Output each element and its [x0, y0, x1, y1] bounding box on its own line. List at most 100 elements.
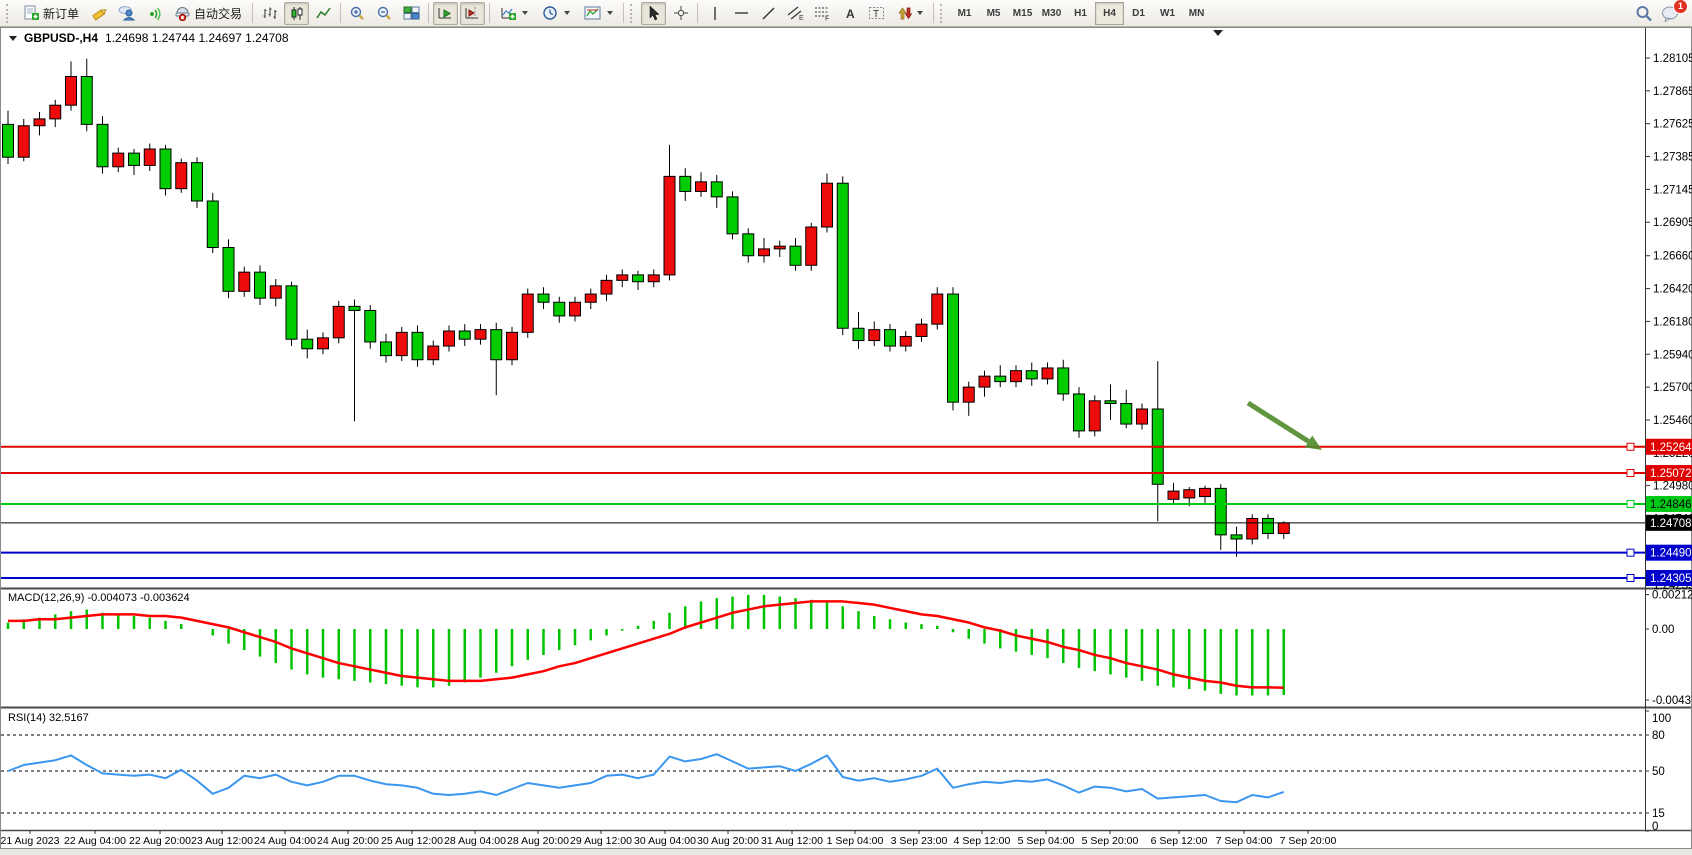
svg-text:24 Aug 04:00: 24 Aug 04:00: [254, 835, 316, 847]
candlestick-icon: [289, 6, 305, 21]
toolbar-grip[interactable]: [630, 4, 637, 23]
svg-text:5 Sep 04:00: 5 Sep 04:00: [1018, 835, 1075, 847]
rsi-indicator-label: RSI(14) 32.5167: [8, 712, 89, 724]
chart-shift-button[interactable]: [460, 2, 485, 25]
toolbar-grip[interactable]: [940, 4, 947, 23]
trendline-icon: [761, 6, 776, 21]
svg-text:50: 50: [1652, 766, 1665, 778]
bar-chart-button[interactable]: [257, 2, 282, 25]
svg-text:3 Sep 23:00: 3 Sep 23:00: [891, 835, 948, 847]
toolbar-grip[interactable]: [6, 4, 13, 23]
community-button[interactable]: [114, 2, 139, 25]
svg-text:22 Aug 04:00: 22 Aug 04:00: [64, 835, 126, 847]
svg-text:7 Sep 04:00: 7 Sep 04:00: [1216, 835, 1273, 847]
timeframe-d1-button[interactable]: D1: [1124, 2, 1153, 25]
autotrading-button[interactable]: 自动交易: [168, 2, 248, 25]
bar-chart-icon: [262, 6, 278, 21]
svg-text:1.24305: 1.24305: [1650, 573, 1692, 585]
templates-button[interactable]: [578, 2, 619, 25]
line-chart-button[interactable]: [311, 2, 336, 25]
toolbar-separator: [252, 3, 253, 23]
timeframe-h4-button[interactable]: H4: [1095, 2, 1124, 25]
svg-text:-0.004378: -0.004378: [1652, 695, 1692, 707]
svg-text:1.27145: 1.27145: [1653, 184, 1692, 196]
svg-text:31 Aug 12:00: 31 Aug 12:00: [761, 835, 823, 847]
timeframe-m1-button[interactable]: M1: [950, 2, 979, 25]
profile-cloud-icon: [118, 5, 136, 21]
autotrading-icon: [174, 5, 191, 21]
svg-text:0.00: 0.00: [1652, 624, 1674, 636]
svg-text:30 Aug 20:00: 30 Aug 20:00: [697, 835, 759, 847]
new-order-button[interactable]: 新订单: [17, 2, 85, 25]
toolbar-separator: [697, 3, 698, 23]
charts-button[interactable]: [87, 2, 112, 25]
zoom-out-icon: [376, 5, 393, 21]
equidistant-channel-tool-button[interactable]: E: [783, 2, 808, 25]
auto-scroll-button[interactable]: [433, 2, 458, 25]
svg-text:24 Aug 20:00: 24 Aug 20:00: [317, 835, 379, 847]
zoom-in-icon: [349, 5, 366, 21]
timeframe-m15-button[interactable]: M15: [1008, 2, 1037, 25]
timeframe-mn-button[interactable]: MN: [1182, 2, 1211, 25]
svg-text:1.26420: 1.26420: [1653, 284, 1692, 296]
svg-text:1.24708: 1.24708: [1650, 518, 1692, 530]
candlestick-chart-button[interactable]: [284, 2, 309, 25]
chevron-down-icon: [564, 11, 570, 15]
notifications-button[interactable]: 1: [1658, 2, 1683, 25]
chart-symbol-period: GBPUSD-,H4: [24, 31, 98, 45]
svg-text:28 Aug 20:00: 28 Aug 20:00: [507, 835, 569, 847]
svg-text:1.25940: 1.25940: [1653, 349, 1692, 361]
search-button[interactable]: [1631, 2, 1656, 25]
text-tool-button[interactable]: A: [837, 2, 862, 25]
main-toolbar: 新订单 自动交易: [0, 0, 1692, 27]
svg-text:0: 0: [1652, 821, 1658, 833]
svg-text:4 Sep 12:00: 4 Sep 12:00: [954, 835, 1011, 847]
chart-menu-icon[interactable]: [9, 36, 17, 41]
arrows-tool-button[interactable]: [891, 2, 929, 25]
svg-text:23 Aug 12:00: 23 Aug 12:00: [191, 835, 253, 847]
text-icon: A: [843, 6, 857, 21]
chart-frame: [0, 28, 1692, 855]
crosshair-button[interactable]: [668, 2, 693, 25]
channel-icon: E: [787, 5, 804, 21]
tile-windows-icon: [403, 5, 420, 21]
svg-text:0.002123: 0.002123: [1652, 590, 1692, 602]
trendline-tool-button[interactable]: [756, 2, 781, 25]
chart-canvas[interactable]: 1.281051.278651.276251.273851.271451.269…: [0, 0, 1692, 855]
svg-text:1.27865: 1.27865: [1653, 86, 1692, 98]
svg-text:A: A: [846, 7, 855, 21]
fibonacci-icon: F: [814, 5, 831, 21]
zoom-in-button[interactable]: [345, 2, 370, 25]
toolbar-separator: [489, 3, 490, 23]
zoom-out-button[interactable]: [372, 2, 397, 25]
periods-button[interactable]: [536, 2, 576, 25]
chart-shift-icon: [464, 5, 481, 21]
timeframe-h1-button[interactable]: H1: [1066, 2, 1095, 25]
auto-scroll-icon: [437, 5, 454, 21]
fibonacci-tool-button[interactable]: F: [810, 2, 835, 25]
svg-text:1.24980: 1.24980: [1653, 481, 1692, 493]
svg-text:29 Aug 12:00: 29 Aug 12:00: [570, 835, 632, 847]
svg-text:1.25072: 1.25072: [1650, 468, 1692, 480]
timeframe-w1-button[interactable]: W1: [1153, 2, 1182, 25]
svg-text:1.26660: 1.26660: [1653, 251, 1692, 263]
indicators-button[interactable]: [494, 2, 534, 25]
timeframe-m30-button[interactable]: M30: [1037, 2, 1066, 25]
toolbar-separator: [623, 3, 624, 23]
svg-text:E: E: [799, 15, 804, 21]
svg-text:1.28105: 1.28105: [1653, 53, 1692, 65]
cursor-button[interactable]: [641, 2, 666, 25]
vertical-line-icon: [708, 6, 722, 21]
svg-text:25 Aug 12:00: 25 Aug 12:00: [381, 835, 443, 847]
tile-windows-button[interactable]: [399, 2, 424, 25]
autotrading-label: 自动交易: [194, 5, 242, 22]
svg-text:30 Aug 04:00: 30 Aug 04:00: [634, 835, 696, 847]
text-label-tool-button[interactable]: T: [864, 2, 889, 25]
horizontal-line-tool-button[interactable]: [729, 2, 754, 25]
signals-button[interactable]: [141, 2, 166, 25]
timeframe-group: M1M5M15M30H1H4D1W1MN: [950, 2, 1211, 25]
new-order-label: 新订单: [43, 5, 79, 22]
svg-text:80: 80: [1652, 730, 1665, 742]
vertical-line-tool-button[interactable]: [702, 2, 727, 25]
timeframe-m5-button[interactable]: M5: [979, 2, 1008, 25]
